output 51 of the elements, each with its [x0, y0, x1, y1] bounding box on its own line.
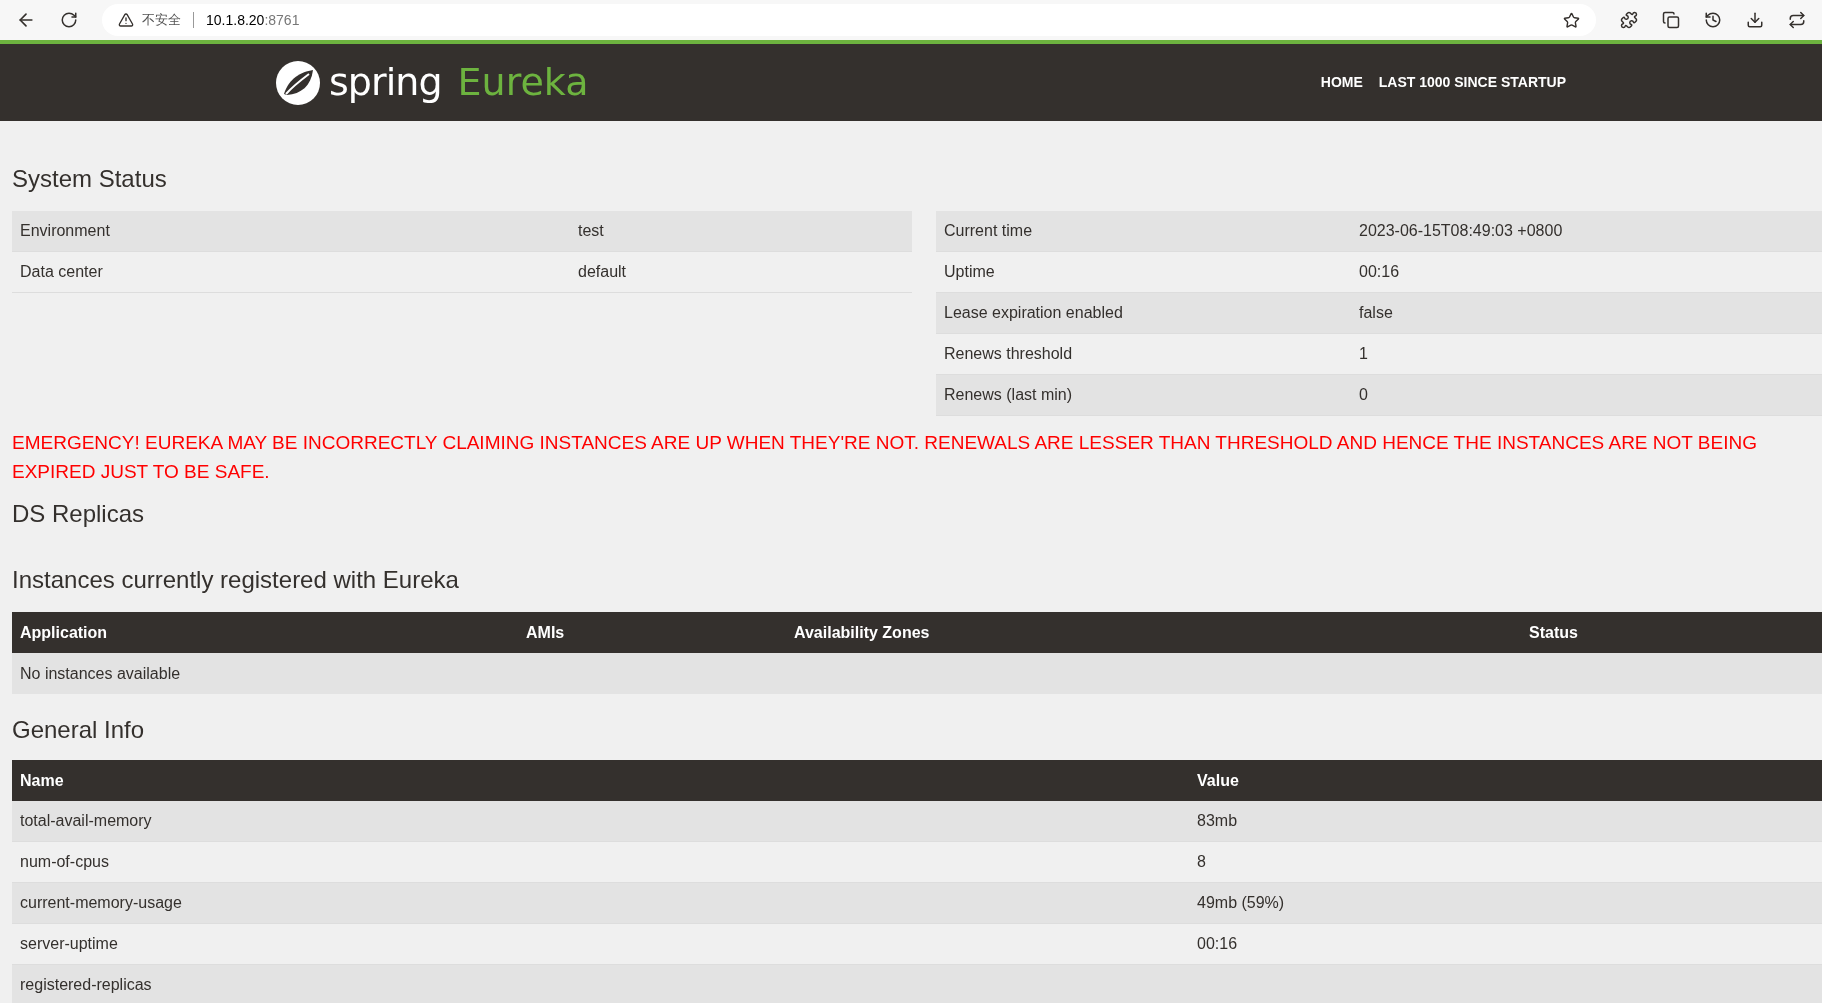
column-header: AMIs [525, 622, 566, 643]
url-text: 10.1.8.20:8761 [206, 10, 300, 30]
table-cell-text: 8 [1196, 852, 1207, 872]
table-cell-text: Renews (last min) [943, 385, 1074, 405]
table-cell-text: registered-replicas [19, 975, 153, 995]
address-bar[interactable]: 不安全 10.1.8.20:8761 [102, 4, 1596, 36]
download-icon[interactable] [1746, 11, 1764, 29]
emergency-warning: EMERGENCY! EUREKA MAY BE INCORRECTLY CLAIMING INSTANCES ARE UP WHEN THEY'RE NOT. RENEWALS ARE LESSER THAN THRESHOLD AND HENCE THE INSTANCES ARE NOT BEING EXPIRED JUST TO BE SAFE. [12, 431, 1758, 484]
table-cell-text: current-memory-usage [19, 893, 183, 913]
section-title: System Status [12, 164, 168, 194]
table-cell-text: No instances available [19, 663, 182, 684]
table-cell-text: default [577, 262, 628, 282]
table-cell-text: 0 [1358, 385, 1369, 405]
table-cell-text: 00:16 [1196, 934, 1239, 954]
warning-icon [118, 12, 134, 28]
table-cell-text: num-of-cpus [19, 852, 110, 872]
table-cell-text: Environment [19, 221, 111, 241]
extensions-icon[interactable] [1620, 11, 1638, 29]
table-cell-text: Data center [19, 262, 104, 282]
table-cell-text: server-uptime [19, 934, 119, 954]
table-cell-text: false [1358, 303, 1394, 323]
favorite-icon[interactable] [1563, 11, 1580, 29]
table-cell-text: Renews threshold [943, 344, 1074, 364]
section-title: General Info [12, 715, 146, 745]
section-title: Instances currently registered with Eureka [12, 565, 460, 595]
nav-link[interactable]: HOME [1320, 72, 1363, 93]
section-title: DS Replicas [12, 499, 146, 529]
history-icon[interactable] [1704, 11, 1722, 29]
table-cell-text: 00:16 [1358, 262, 1401, 282]
nav-link[interactable]: LAST 1000 SINCE STARTUP [1378, 72, 1566, 93]
table-cell-text: test [577, 221, 605, 241]
column-header: Status [1528, 622, 1579, 643]
leaf-logo-icon [275, 59, 321, 106]
table-cell-text: 2023-06-15T08:49:03 +0800 [1358, 221, 1564, 241]
table-cell-text: Lease expiration enabled [943, 303, 1124, 323]
sync-icon[interactable] [1788, 11, 1806, 29]
table-cell-text: 83mb [1196, 811, 1239, 831]
table-cell-text: total-avail-memory [19, 811, 153, 831]
table-cell-text: 49mb (59%) [1196, 893, 1286, 913]
column-header: Name [19, 770, 65, 791]
reload-icon[interactable] [60, 11, 78, 29]
logo-word: spring [329, 59, 442, 106]
table-cell-text: 1 [1358, 344, 1369, 364]
table-cell-text: Uptime [943, 262, 996, 282]
collections-icon[interactable] [1662, 11, 1680, 29]
column-header: Value [1196, 770, 1240, 791]
table-cell-text: Current time [943, 221, 1034, 241]
column-header: Availability Zones [793, 622, 931, 643]
column-header: Application [19, 622, 109, 643]
logo-product: Eureka [457, 59, 589, 106]
security-label: 不安全 [142, 11, 181, 30]
